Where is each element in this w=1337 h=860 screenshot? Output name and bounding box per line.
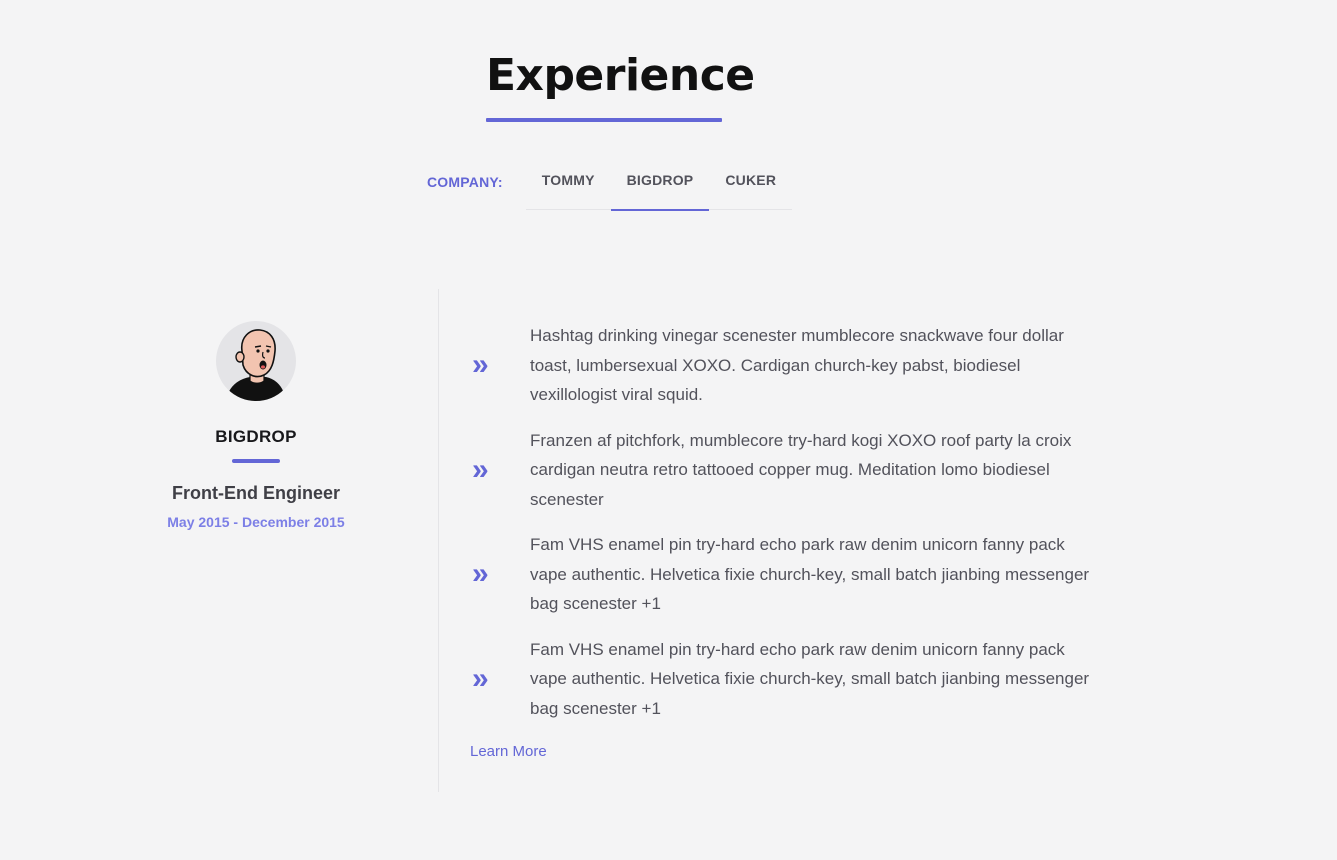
double-chevron-right-icon: » bbox=[472, 452, 489, 486]
profile-role: Front-End Engineer bbox=[172, 483, 340, 503]
company-name-underline bbox=[232, 459, 280, 463]
tab-bigdrop[interactable]: BIGDROP bbox=[610, 166, 710, 211]
learn-more-link[interactable]: Learn More bbox=[470, 743, 547, 760]
duty-text: Franzen af pitchfork, mumblecore try-har… bbox=[530, 430, 1072, 509]
company-tabs: TOMMY BIGDROP CUKER bbox=[525, 166, 793, 211]
double-chevron-right-icon: » bbox=[472, 557, 489, 591]
title-underline bbox=[486, 118, 722, 122]
tab-tommy[interactable]: TOMMY bbox=[526, 166, 611, 210]
double-chevron-right-icon: » bbox=[472, 661, 489, 695]
list-item: » Hashtag drinking vinegar scenester mum… bbox=[470, 321, 1110, 410]
company-profile: BIGDROP Front-End Engineer May 2015 - De… bbox=[140, 321, 372, 530]
duty-text: Hashtag drinking vinegar scenester mumbl… bbox=[530, 326, 1064, 404]
vertical-divider bbox=[438, 289, 439, 792]
company-selector: COMPANY: TOMMY BIGDROP CUKER bbox=[427, 166, 793, 211]
duties-list: » Hashtag drinking vinegar scenester mum… bbox=[470, 321, 1110, 761]
list-item: » Fam VHS enamel pin try-hard echo park … bbox=[470, 530, 1110, 619]
duty-text: Fam VHS enamel pin try-hard echo park ra… bbox=[530, 639, 1090, 718]
section-heading: Experience bbox=[486, 46, 755, 122]
tab-cuker[interactable]: CUKER bbox=[709, 166, 792, 210]
duty-text: Fam VHS enamel pin try-hard echo park ra… bbox=[530, 535, 1090, 613]
person-avatar-icon bbox=[216, 321, 296, 401]
list-item: » Fam VHS enamel pin try-hard echo park … bbox=[470, 635, 1110, 724]
profile-dates: May 2015 - December 2015 bbox=[167, 514, 345, 530]
list-item: » Franzen af pitchfork, mumblecore try-h… bbox=[470, 426, 1110, 515]
profile-company-name: BIGDROP bbox=[215, 427, 297, 446]
company-label: COMPANY: bbox=[427, 174, 503, 190]
double-chevron-right-icon: » bbox=[472, 348, 489, 382]
experience-section: Experience COMPANY: TOMMY BIGDROP CUKER bbox=[0, 0, 1337, 860]
section-title: Experience bbox=[486, 50, 755, 101]
